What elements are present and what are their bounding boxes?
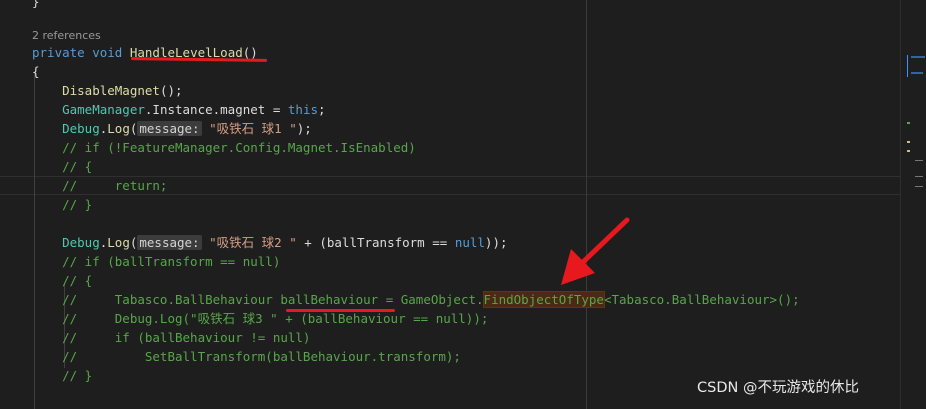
arrow-annotation-icon: [561, 217, 630, 285]
code-line[interactable]: // if (ballTransform == null): [32, 252, 280, 271]
code-token: GameManager: [32, 102, 145, 117]
code-token: {: [32, 64, 40, 79]
codelens-references[interactable]: 2 references: [32, 29, 101, 43]
code-token: ));: [484, 235, 508, 250]
code-line[interactable]: // }: [32, 366, 92, 385]
code-token: // }: [32, 197, 93, 212]
code-token: <Tabasco.BallBehaviour>();: [603, 292, 800, 307]
parameter-hint: message:: [137, 121, 202, 136]
scroll-marker: [915, 160, 923, 161]
code-token: // Debug.Log("吸铁石 球3 " + (ballBehaviour …: [32, 311, 489, 326]
red-underline-variable: [286, 309, 395, 312]
code-token: // {: [32, 273, 93, 288]
code-token: Log: [107, 235, 130, 250]
code-token: DisableMagnet: [32, 83, 160, 98]
code-token: null: [454, 235, 485, 250]
code-line[interactable]: GameManager.Instance.magnet = this;: [32, 100, 326, 119]
code-token: // return;: [32, 178, 168, 193]
code-line[interactable]: // if (ballBehaviour != null): [32, 328, 310, 347]
code-line[interactable]: // }: [32, 195, 92, 214]
code-token: // Tabasco.BallBehaviour ballBehaviour =…: [32, 292, 484, 307]
code-token: private: [32, 45, 85, 60]
code-token: // }: [32, 368, 93, 383]
code-line[interactable]: // Debug.Log("吸铁石 球3 " + (ballBehaviour …: [32, 309, 488, 328]
code-token: + (ballTransform ==: [296, 235, 455, 250]
code-token: "吸铁石 球2 ": [209, 235, 297, 250]
code-token: // if (ballTransform == null): [32, 254, 281, 269]
code-token: Debug: [32, 235, 100, 250]
scroll-marker: [907, 122, 910, 124]
code-token: // SetBallTransform(ballBehaviour.transf…: [32, 349, 461, 364]
code-token: // {: [32, 159, 93, 174]
code-line[interactable]: DisableMagnet();: [32, 81, 183, 100]
code-token: );: [296, 121, 312, 136]
code-line[interactable]: // if (!FeatureManager.Config.Magnet.IsE…: [32, 138, 416, 157]
column-ruler: [586, 0, 587, 409]
scroll-marker: [911, 72, 923, 74]
vertical-scrollbar[interactable]: [900, 0, 926, 409]
code-token: // if (!FeatureManager.Config.Magnet.IsE…: [32, 140, 416, 155]
scroll-marker: [907, 150, 910, 152]
code-token: Debug: [32, 121, 100, 136]
code-token: ();: [159, 83, 183, 98]
code-token: FindObjectOfType: [482, 291, 605, 308]
code-line[interactable]: // SetBallTransform(ballBehaviour.transf…: [32, 347, 461, 366]
scroll-marker: [915, 176, 923, 177]
code-line[interactable]: // Tabasco.BallBehaviour ballBehaviour =…: [32, 290, 800, 309]
code-token: this: [287, 102, 318, 117]
code-token: .Instance.magnet =: [144, 102, 288, 117]
scroll-marker: [911, 56, 925, 58]
code-token: Log: [107, 121, 130, 136]
closing-brace: }: [32, 0, 40, 9]
parameter-hint: message:: [137, 235, 202, 250]
scroll-marker: [907, 141, 910, 143]
code-token: void: [92, 45, 123, 60]
code-line[interactable]: Debug.Log(message: "吸铁石 球1 ");: [32, 119, 312, 138]
code-line[interactable]: // {: [32, 271, 92, 290]
scroll-marker: [907, 55, 908, 77]
watermark: CSDN @不玩游戏的休比: [697, 380, 859, 396]
code-line[interactable]: Debug.Log(message: "吸铁石 球2 " + (ballTran…: [32, 233, 508, 252]
code-token: // if (ballBehaviour != null): [32, 330, 311, 345]
code-editor[interactable]: } 2 references private void HandleLevelL…: [0, 0, 900, 409]
code-line[interactable]: {: [32, 62, 40, 81]
scroll-marker: [915, 186, 923, 187]
code-line[interactable]: // {: [32, 157, 92, 176]
code-token: "吸铁石 球1 ": [209, 121, 297, 136]
code-token: ;: [318, 102, 326, 117]
code-line[interactable]: // return;: [32, 176, 167, 195]
